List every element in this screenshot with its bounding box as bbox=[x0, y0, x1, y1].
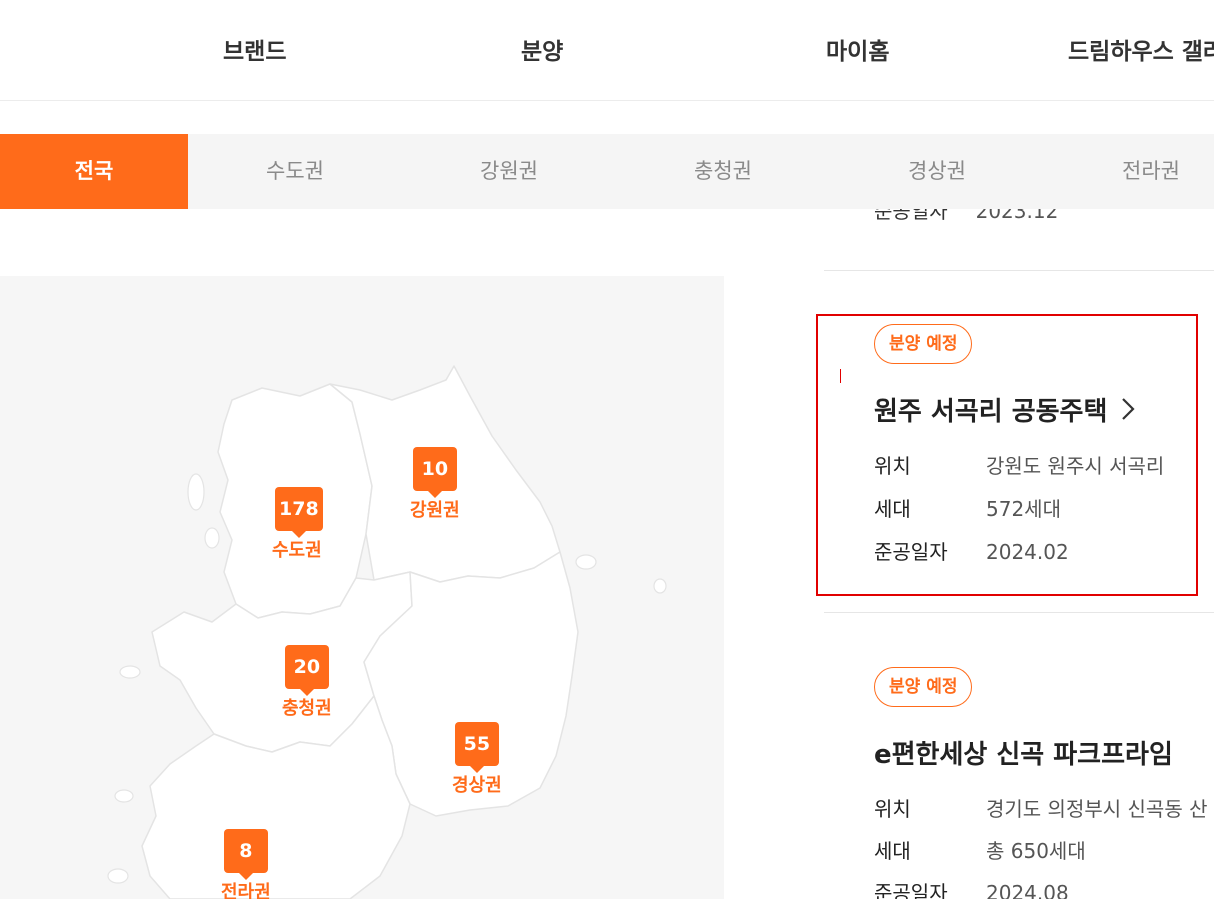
map-marker-jeolla[interactable]: 8 전라권 bbox=[221, 829, 271, 899]
listing-title: 원주 서곡리 공동주택 bbox=[874, 397, 1108, 427]
tab-jeolla[interactable]: 전라권 bbox=[1044, 134, 1214, 209]
info-row-location: 위치 경기도 의정부시 신곡동 산 bbox=[874, 793, 1207, 822]
info-label: 준공일자 bbox=[874, 540, 948, 564]
listing-divider bbox=[824, 270, 1214, 271]
chevron-right-icon bbox=[1121, 397, 1135, 428]
tab-capital-area[interactable]: 수도권 bbox=[188, 134, 402, 209]
listing-divider bbox=[824, 612, 1214, 613]
text-cursor bbox=[840, 369, 841, 383]
marker-region-label: 경상권 bbox=[452, 775, 502, 796]
info-value: 2024.08 bbox=[986, 881, 1069, 899]
top-navigation: 브랜드 분양 마이홈 드림하우스 갤러 bbox=[0, 0, 1214, 101]
korea-map-shape bbox=[107, 365, 667, 899]
tab-nationwide[interactable]: 전국 bbox=[0, 134, 188, 209]
marker-region-label: 전라권 bbox=[221, 882, 271, 899]
listing-title-link[interactable]: e편한세상 신곡 파크프라임 bbox=[874, 734, 1173, 771]
partial-info-row: 준공일자 2023.12 bbox=[874, 209, 1058, 224]
status-badge: 분양 예정 bbox=[874, 324, 973, 364]
marker-count: 10 bbox=[412, 447, 457, 498]
info-label: 세대 bbox=[874, 497, 911, 521]
tab-gangwon[interactable]: 강원권 bbox=[402, 134, 616, 209]
info-label: 준공일자 bbox=[874, 209, 948, 223]
info-value: 경기도 의정부시 신곡동 산 bbox=[986, 797, 1208, 821]
info-value: 총 650세대 bbox=[986, 839, 1086, 863]
info-label: 준공일자 bbox=[874, 881, 948, 899]
marker-count: 178 bbox=[275, 487, 323, 538]
tab-chungcheong[interactable]: 충청권 bbox=[616, 134, 830, 209]
marker-region-label: 강원권 bbox=[410, 500, 460, 521]
info-label: 위치 bbox=[874, 454, 911, 478]
marker-region-label: 수도권 bbox=[271, 540, 322, 561]
info-row-completion: 준공일자 2024.02 bbox=[874, 536, 1069, 565]
info-value: 572세대 bbox=[986, 497, 1061, 521]
info-row-households: 세대 총 650세대 bbox=[874, 835, 1086, 864]
region-tabs: 전국 수도권 강원권 충청권 경상권 전라권 bbox=[0, 134, 1214, 209]
map-marker-gyeongsang[interactable]: 55 경상권 bbox=[452, 722, 502, 797]
marker-count: 8 bbox=[223, 829, 268, 880]
map-marker-capital[interactable]: 178 수도권 bbox=[272, 487, 323, 562]
status-badge: 분양 예정 bbox=[874, 667, 973, 707]
listing-title-link[interactable]: 원주 서곡리 공동주택 bbox=[874, 391, 1135, 428]
marker-region-label: 충청권 bbox=[282, 698, 332, 719]
info-row-households: 세대 572세대 bbox=[874, 493, 1061, 522]
info-row-completion: 준공일자 2024.08 bbox=[874, 877, 1069, 899]
nav-item-myhome[interactable]: 마이홈 bbox=[826, 32, 889, 66]
nav-item-brand[interactable]: 브랜드 bbox=[223, 32, 286, 66]
info-row-location: 위치 강원도 원주시 서곡리 bbox=[874, 450, 1164, 479]
marker-count: 55 bbox=[454, 722, 499, 773]
map-marker-chungcheong[interactable]: 20 충청권 bbox=[282, 645, 332, 720]
info-value: 강원도 원주시 서곡리 bbox=[986, 454, 1165, 478]
listing-title: e편한세상 신곡 파크프라임 bbox=[874, 740, 1173, 770]
nav-item-dreamhouse-gallery[interactable]: 드림하우스 갤러 bbox=[1068, 32, 1214, 66]
info-label: 세대 bbox=[874, 839, 911, 863]
map-marker-gangwon[interactable]: 10 강원권 bbox=[410, 447, 460, 522]
nav-item-sale[interactable]: 분양 bbox=[521, 32, 563, 66]
tab-gyeongsang[interactable]: 경상권 bbox=[830, 134, 1044, 209]
info-value: 2024.02 bbox=[986, 540, 1069, 564]
korea-map: 178 수도권 10 강원권 20 충청권 55 경상권 8 전라권 bbox=[0, 276, 724, 899]
info-value: 2023.12 bbox=[975, 209, 1059, 223]
info-label: 위치 bbox=[874, 797, 911, 821]
listing-panel[interactable]: 준공일자 2023.12 분양 예정 원주 서곡리 공동주택 위치 강원도 원주시 … bbox=[824, 209, 1214, 899]
marker-count: 20 bbox=[284, 645, 329, 696]
